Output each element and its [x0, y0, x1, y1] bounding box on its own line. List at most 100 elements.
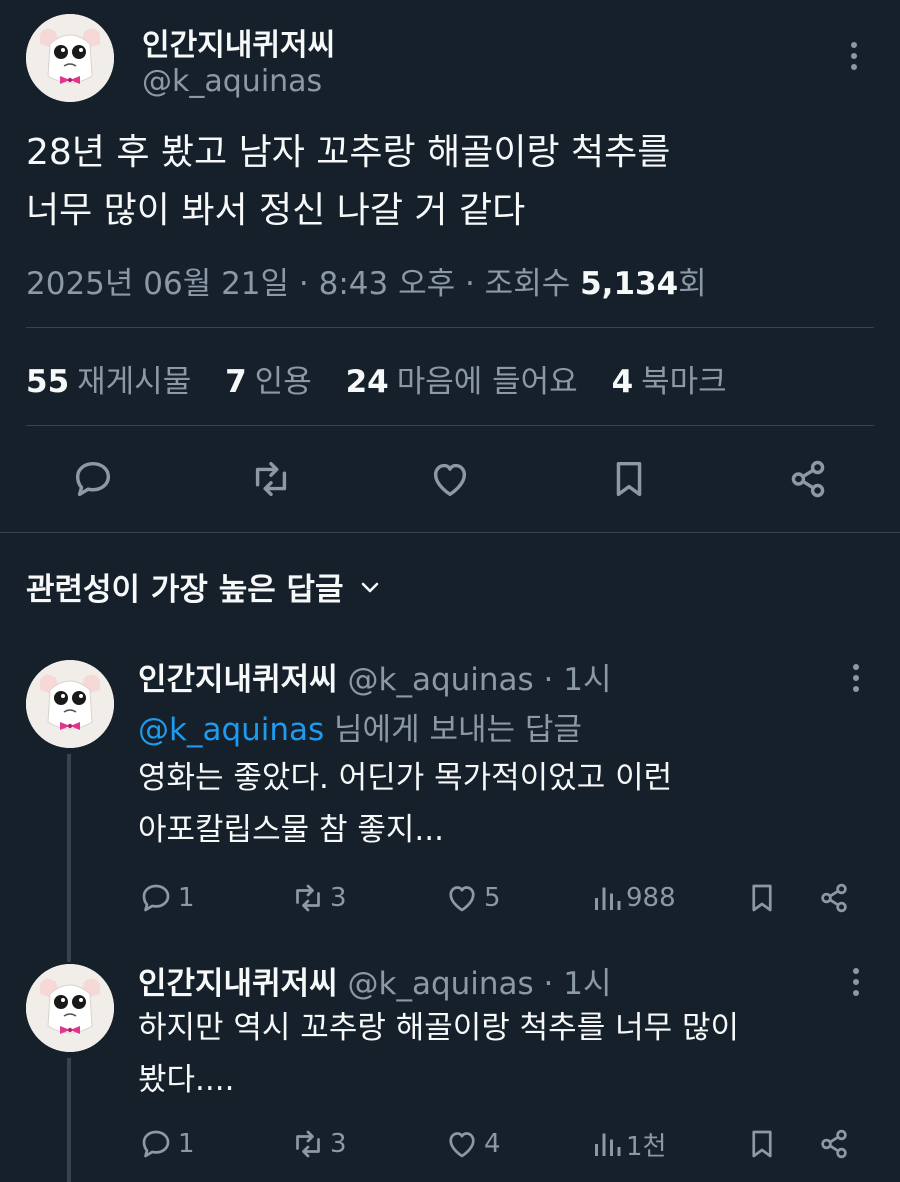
share-icon [821, 1129, 847, 1159]
share-button[interactable] [785, 456, 831, 502]
avatar[interactable] [26, 660, 114, 748]
reposts-label: 재게시물 [77, 364, 192, 400]
avatar[interactable] [26, 14, 114, 102]
repost-count: 3 [330, 1129, 347, 1159]
share-button[interactable] [816, 878, 856, 918]
reply-button[interactable]: 1 [138, 1124, 195, 1164]
heart-icon [449, 1132, 475, 1158]
reply-text-line: 봤다.... [138, 1062, 235, 1098]
repost-count: 3 [330, 883, 347, 913]
three-dots-vertical-icon [853, 968, 859, 996]
speech-bubble-icon [75, 461, 111, 497]
reply-count: 1 [178, 1129, 195, 1159]
reply-actions: 1 3 4 1천 [0, 1124, 900, 1164]
repost-arrows-icon [255, 461, 287, 497]
views-button[interactable]: 1천 [592, 1124, 666, 1164]
reply-count: 1 [178, 883, 195, 913]
bookmark-button[interactable] [606, 456, 652, 502]
bar-chart-icon [595, 887, 621, 910]
reply-author-name[interactable]: 인간지내퀴저씨 [138, 966, 338, 1002]
views-suffix: 회 [678, 266, 707, 302]
reply-to-suffix: 님에게 보내는 답글 [324, 712, 582, 748]
replies-sort-dropdown[interactable]: 관련성이 가장 높은 답글 [26, 564, 382, 609]
repost-button[interactable] [248, 456, 294, 502]
reply-item[interactable]: 인간지내퀴저씨 @k_aquinas · 1시 하지만 역시 꼬추랑 해골이랑 … [0, 956, 900, 1182]
views-count: 1천 [626, 1131, 667, 1162]
reply-time[interactable]: 1시 [563, 662, 611, 698]
quotes-stat[interactable]: 7 인용 [225, 364, 312, 400]
author-name[interactable]: 인간지내퀴저씨 [142, 20, 335, 64]
like-button[interactable] [427, 456, 473, 502]
reply-header: 인간지내퀴저씨 @k_aquinas · 1시 [138, 654, 612, 699]
more-options-button[interactable] [844, 658, 868, 698]
bookmark-icon [616, 461, 642, 497]
reposts-count: 55 [26, 364, 70, 400]
author-handle[interactable]: @k_aquinas [142, 64, 322, 99]
reply-author-name[interactable]: 인간지내퀴저씨 [138, 662, 338, 698]
three-dots-vertical-icon [853, 664, 859, 692]
replying-to: @k_aquinas 님에게 보내는 답글 [138, 704, 582, 749]
reply-text: 영화는 좋았다. 어딘가 목가적이었고 이런 아포칼립스물 참 좋지... [138, 752, 858, 856]
reposts-stat[interactable]: 55 재게시물 [26, 364, 191, 400]
quotes-count: 7 [225, 364, 247, 400]
reply-text: 하지만 역시 꼬추랑 해골이랑 척추를 너무 많이 봤다.... [138, 1002, 858, 1106]
like-count: 4 [484, 1129, 501, 1159]
reply-author-handle[interactable]: @k_aquinas [348, 966, 534, 1002]
reply-button[interactable]: 1 [138, 878, 195, 918]
section-divider [0, 532, 900, 533]
thread-line [67, 754, 71, 962]
tweet-meta: 2025년 06월 21일 · 8:43 오후 · 조회수 5,134회 [26, 258, 707, 303]
share-icon [791, 460, 825, 498]
more-options-button[interactable] [844, 962, 868, 1002]
repost-button[interactable]: 3 [290, 878, 347, 918]
quotes-label: 인용 [254, 364, 312, 400]
tweet-text-line: 너무 많이 봐서 정신 나갈 거 같다 [26, 190, 526, 231]
bookmarks-label: 북마크 [641, 364, 727, 400]
likes-label: 마음에 들어요 [396, 364, 578, 400]
likes-stat[interactable]: 24 마음에 들어요 [346, 364, 578, 400]
reply-time[interactable]: 1시 [563, 966, 611, 1002]
divider [26, 425, 874, 426]
reply-text-line: 하지만 역시 꼬추랑 해골이랑 척추를 너무 많이 [138, 1010, 740, 1046]
share-button[interactable] [816, 1124, 856, 1164]
heart-icon [433, 463, 467, 497]
like-button[interactable]: 5 [444, 878, 501, 918]
likes-count: 24 [345, 364, 389, 400]
views-count: 5,134 [580, 266, 679, 302]
views-button[interactable]: 988 [592, 878, 676, 918]
chevron-down-icon [361, 582, 378, 592]
repost-button[interactable]: 3 [290, 1124, 347, 1164]
reply-to-mention-link[interactable]: @k_aquinas [138, 712, 324, 748]
bookmark-button[interactable] [744, 1124, 784, 1164]
like-button[interactable]: 4 [444, 1124, 501, 1164]
bookmarks-count: 4 [611, 364, 634, 400]
tweet-header: 인간지내퀴저씨 @k_aquinas [26, 14, 874, 104]
heart-icon [449, 886, 475, 912]
tweet-text-line: 28년 후 봤고 남자 꼬추랑 해골이랑 척추를 [26, 132, 671, 173]
reply-button[interactable] [70, 456, 116, 502]
share-icon [821, 883, 847, 913]
reply-text-line: 아포칼립스물 참 좋지... [138, 812, 444, 848]
reply-actions: 1 3 5 988 [0, 878, 900, 918]
more-options-button[interactable] [842, 36, 866, 76]
reply-header: 인간지내퀴저씨 @k_aquinas · 1시 [138, 958, 612, 1003]
tweet-text: 28년 후 봤고 남자 꼬추랑 해골이랑 척추를 너무 많이 봐서 정신 나갈 … [26, 124, 866, 240]
reply-author-handle[interactable]: @k_aquinas [348, 662, 534, 698]
tweet-stats: 55 재게시물 7 인용 24 마음에 들어요 4 북마크 [26, 356, 751, 401]
avatar[interactable] [26, 964, 114, 1052]
tweet-datetime[interactable]: 2025년 06월 21일 · 8:43 오후 · 조회수 [26, 266, 580, 302]
bookmark-button[interactable] [744, 878, 784, 918]
speech-bubble-icon [142, 1130, 170, 1158]
views-count: 988 [626, 883, 676, 913]
separator-dot: · [533, 966, 564, 1002]
bookmark-icon [752, 884, 772, 912]
bookmark-icon [752, 1130, 772, 1158]
repost-arrows-icon [296, 884, 320, 912]
three-dots-vertical-icon [851, 42, 857, 70]
speech-bubble-icon [142, 884, 170, 912]
like-count: 5 [484, 883, 501, 913]
reply-item[interactable]: 인간지내퀴저씨 @k_aquinas · 1시 @k_aquinas 님에게 보… [0, 652, 900, 962]
tweet-actions [0, 456, 900, 506]
bookmarks-stat[interactable]: 4 북마크 [612, 364, 727, 400]
bar-chart-icon [595, 1133, 621, 1156]
